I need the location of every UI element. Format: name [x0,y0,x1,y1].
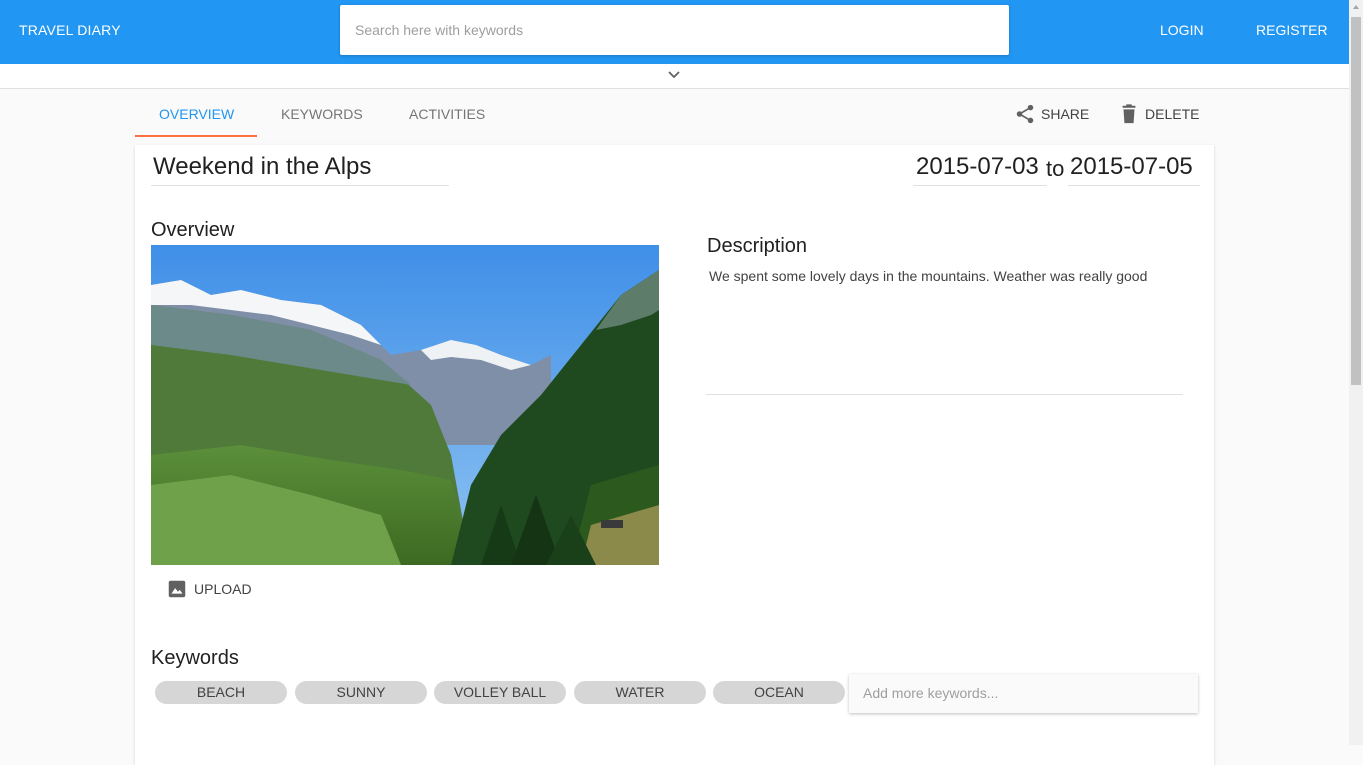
app-bar: TRAVEL DIARY LOGIN REGISTER [0,0,1349,64]
keyword-chip[interactable]: OCEAN [713,681,845,704]
upload-button[interactable]: UPLOAD [166,578,252,600]
add-keyword-box[interactable] [849,674,1198,713]
tab-activities[interactable]: ACTIVITIES [409,106,485,122]
trip-title-field[interactable]: Weekend in the Alps [151,153,449,186]
tab-overview[interactable]: OVERVIEW [159,106,234,122]
start-date-field[interactable]: 2015-07-03 [913,153,1047,186]
keyword-chip[interactable]: WATER [574,681,706,704]
trip-card: Weekend in the Alps 2015-07-03 to 2015-0… [135,145,1214,765]
share-icon [1016,104,1034,124]
scrollbar-thumb[interactable] [1351,17,1361,385]
mountain-landscape-photo [151,245,659,565]
keywords-heading: Keywords [151,647,239,669]
date-range-separator: to [1046,156,1065,181]
app-title[interactable]: TRAVEL DIARY [19,22,121,38]
search-input[interactable] [355,20,523,40]
share-label: SHARE [1041,106,1090,122]
image-icon [168,580,186,598]
keyword-chip[interactable]: BEACH [155,681,287,704]
upload-label: UPLOAD [194,581,252,597]
active-tab-indicator [135,135,257,137]
keyword-chip[interactable]: VOLLEY BALL [434,681,566,704]
trip-photo [151,245,659,565]
delete-button[interactable]: DELETE [1118,102,1199,126]
scroll-up-icon[interactable] [1349,0,1363,14]
description-text[interactable]: We spent some lovely days in the mountai… [709,268,1147,284]
delete-label: DELETE [1145,106,1200,122]
expand-bar [0,64,1349,89]
add-keyword-input[interactable] [863,684,1183,702]
login-link[interactable]: LOGIN [1160,22,1204,38]
description-underline [706,394,1183,395]
trash-icon [1122,104,1136,124]
register-link[interactable]: REGISTER [1256,22,1328,38]
share-button[interactable]: SHARE [1014,102,1089,126]
end-date-field[interactable]: 2015-07-05 [1068,153,1200,186]
tab-keywords[interactable]: KEYWORDS [281,106,363,122]
description-heading: Description [707,235,808,257]
chevron-down-icon[interactable] [667,69,681,81]
search-box[interactable] [340,5,1009,55]
keyword-chip[interactable]: SUNNY [295,681,427,704]
vertical-scrollbar[interactable] [1349,0,1363,745]
overview-heading: Overview [151,219,235,241]
